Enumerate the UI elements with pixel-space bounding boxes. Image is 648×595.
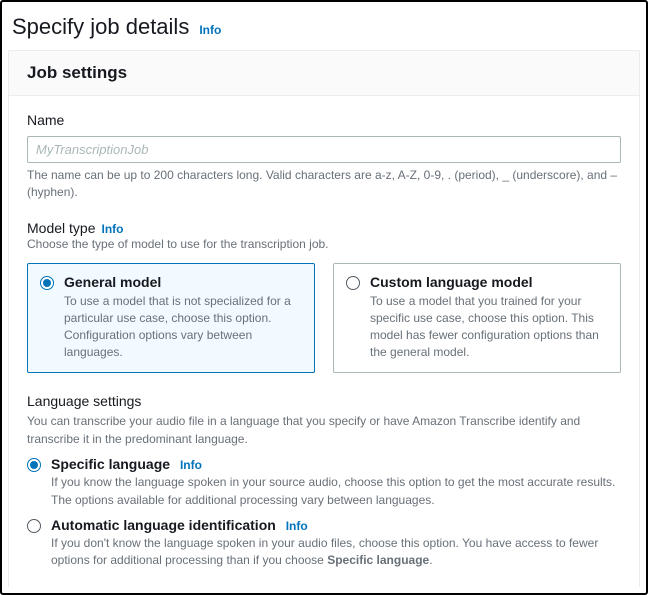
page-header: Specify job details Info [8, 8, 640, 50]
general-model-title: General model [64, 274, 302, 290]
auto-desc-prefix: If you don't know the language spoken in… [51, 536, 598, 567]
name-label: Name [27, 112, 621, 128]
language-label: Language [27, 586, 621, 587]
page-title: Specify job details [12, 14, 189, 40]
job-settings-panel-header: Job settings [9, 51, 639, 96]
job-settings-panel: Job settings Name The name can be up to … [8, 50, 640, 587]
language-settings-helper: You can transcribe your audio file in a … [27, 413, 621, 448]
model-type-helper: Choose the type of model to use for the … [27, 236, 621, 253]
custom-model-title: Custom language model [370, 274, 608, 290]
page-title-info-link[interactable]: Info [199, 23, 221, 37]
radio-icon [40, 276, 54, 290]
specific-language-info-link[interactable]: Info [180, 458, 202, 472]
automatic-language-title: Automatic language identification [51, 517, 276, 533]
auto-desc-suffix: . [429, 553, 432, 567]
model-type-info-link[interactable]: Info [101, 222, 123, 236]
custom-model-desc: To use a model that you trained for your… [370, 293, 608, 360]
automatic-language-desc: If you don't know the language spoken in… [51, 535, 621, 570]
general-model-desc: To use a model that is not specialized f… [64, 293, 302, 360]
model-type-general-tile[interactable]: General model To use a model that is not… [27, 263, 315, 373]
language-settings-label: Language settings [27, 393, 621, 409]
job-settings-title: Job settings [27, 63, 621, 83]
automatic-language-info-link[interactable]: Info [286, 519, 308, 533]
name-input[interactable] [27, 136, 621, 163]
model-type-label: Model type [27, 220, 95, 236]
specific-language-radio[interactable] [27, 458, 41, 472]
radio-icon [346, 276, 360, 290]
automatic-language-radio[interactable] [27, 519, 41, 533]
model-type-header: Model type Info [27, 220, 621, 236]
model-type-custom-tile[interactable]: Custom language model To use a model tha… [333, 263, 621, 373]
auto-desc-bold: Specific language [327, 553, 429, 567]
specific-language-desc: If you know the language spoken in your … [51, 474, 621, 509]
name-helper: The name can be up to 200 characters lon… [27, 167, 621, 202]
specific-language-title: Specific language [51, 456, 170, 472]
